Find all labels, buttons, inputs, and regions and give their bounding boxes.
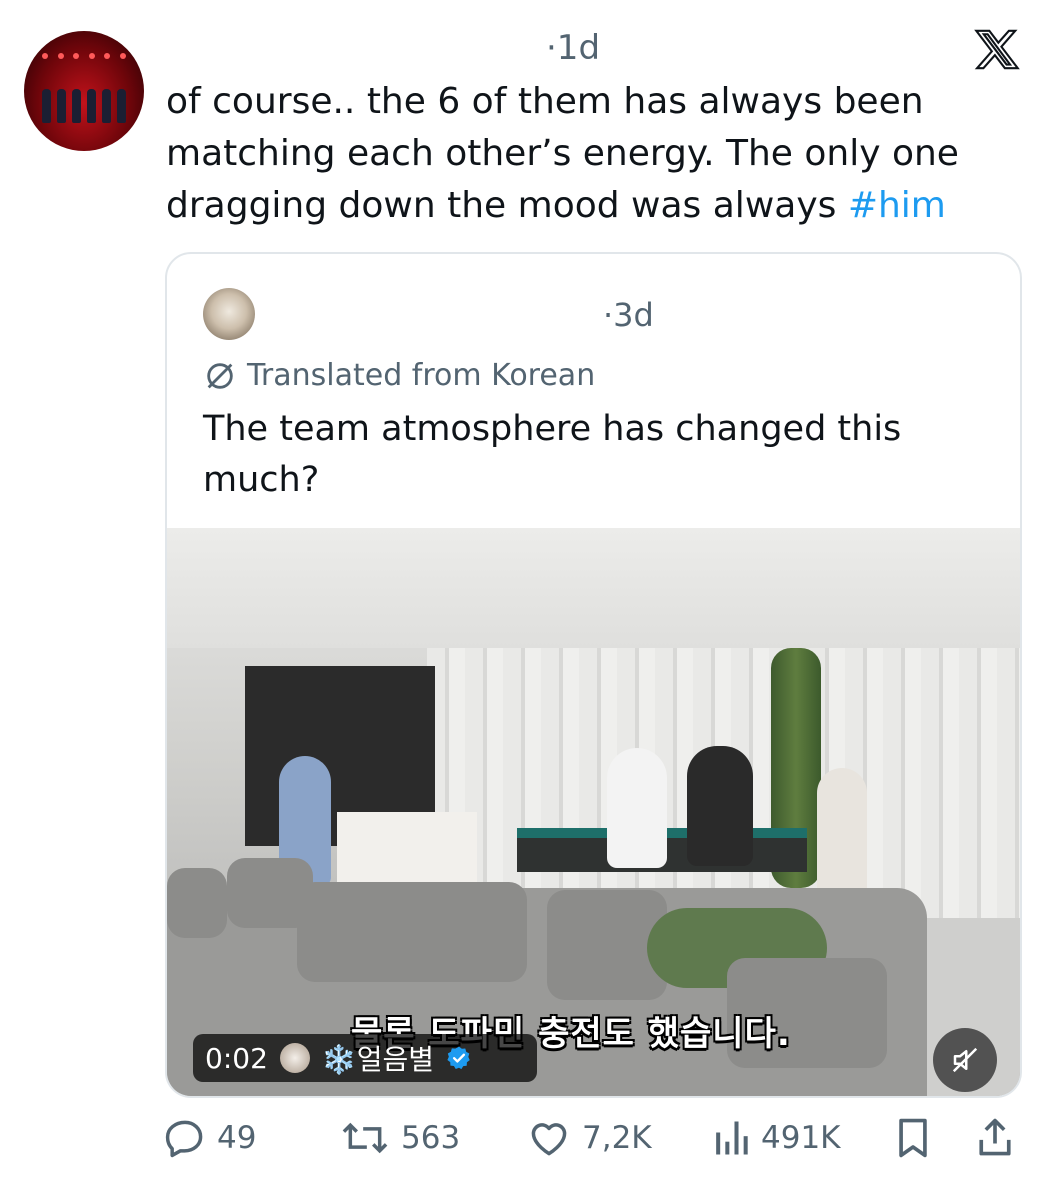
hashtag-link[interactable]: #him bbox=[848, 185, 946, 226]
video-info-pill: 0:02 ❄️얼음별 bbox=[193, 1034, 537, 1082]
post-text-body: of course.. the 6 of them has always bee… bbox=[166, 81, 959, 226]
video-person-clapping-1 bbox=[607, 748, 667, 868]
reply-button[interactable]: 49 bbox=[163, 1116, 256, 1160]
repost-button[interactable]: 563 bbox=[339, 1116, 460, 1160]
video-person-clapping-2 bbox=[687, 746, 753, 866]
video-player[interactable]: 물론 도파민 충전도 했습니다. 0:02 ❄️얼음별 bbox=[167, 528, 1020, 1096]
like-count: 7,2K bbox=[582, 1120, 652, 1156]
view-count: 491K bbox=[761, 1120, 841, 1156]
action-bar: 49 563 7,2K 491K bbox=[163, 1116, 1027, 1172]
post-timestamp[interactable]: ·1d bbox=[546, 28, 600, 68]
globe-slash-icon bbox=[207, 362, 233, 389]
avatar-figures bbox=[24, 89, 144, 129]
reply-icon bbox=[165, 1120, 203, 1158]
share-button[interactable] bbox=[975, 1116, 1015, 1160]
video-timestamp: 0:02 bbox=[205, 1041, 268, 1075]
translation-notice: Translated from Korean bbox=[203, 358, 595, 393]
heart-icon bbox=[531, 1123, 567, 1156]
stage-lights bbox=[42, 53, 126, 59]
verified-badge-icon bbox=[447, 1046, 470, 1070]
quoted-post-text: The team atmosphere has changed this muc… bbox=[203, 409, 902, 500]
x-logo-icon[interactable] bbox=[974, 26, 1020, 72]
video-cushion bbox=[167, 868, 227, 938]
views-bar-chart-icon bbox=[716, 1121, 748, 1155]
quoted-post-timestamp[interactable]: ·3d bbox=[603, 296, 654, 334]
video-channel-name: ❄️얼음별 bbox=[321, 1043, 435, 1076]
speaker-muted-icon bbox=[952, 1047, 978, 1073]
author-avatar[interactable] bbox=[24, 31, 144, 151]
quoted-author-avatar[interactable] bbox=[203, 288, 255, 340]
video-cushion bbox=[297, 882, 527, 982]
video-ceiling bbox=[167, 528, 1020, 648]
quoted-post[interactable]: ·3d Translated from Korean The team atmo… bbox=[165, 252, 1022, 1098]
views-button[interactable]: 491K bbox=[711, 1116, 841, 1160]
bookmark-button[interactable] bbox=[893, 1116, 933, 1160]
reply-count: 49 bbox=[217, 1120, 257, 1156]
post-text: of course.. the 6 of them has always bee… bbox=[166, 76, 986, 232]
repost-icon bbox=[342, 1122, 388, 1154]
translated-label: Translated from Korean bbox=[247, 358, 596, 393]
bookmark-icon bbox=[899, 1118, 927, 1158]
video-channel-avatar bbox=[279, 1043, 310, 1073]
repost-count: 563 bbox=[401, 1120, 461, 1156]
share-icon bbox=[979, 1118, 1011, 1156]
like-button[interactable]: 7,2K bbox=[526, 1116, 652, 1160]
mute-button[interactable] bbox=[933, 1028, 997, 1092]
